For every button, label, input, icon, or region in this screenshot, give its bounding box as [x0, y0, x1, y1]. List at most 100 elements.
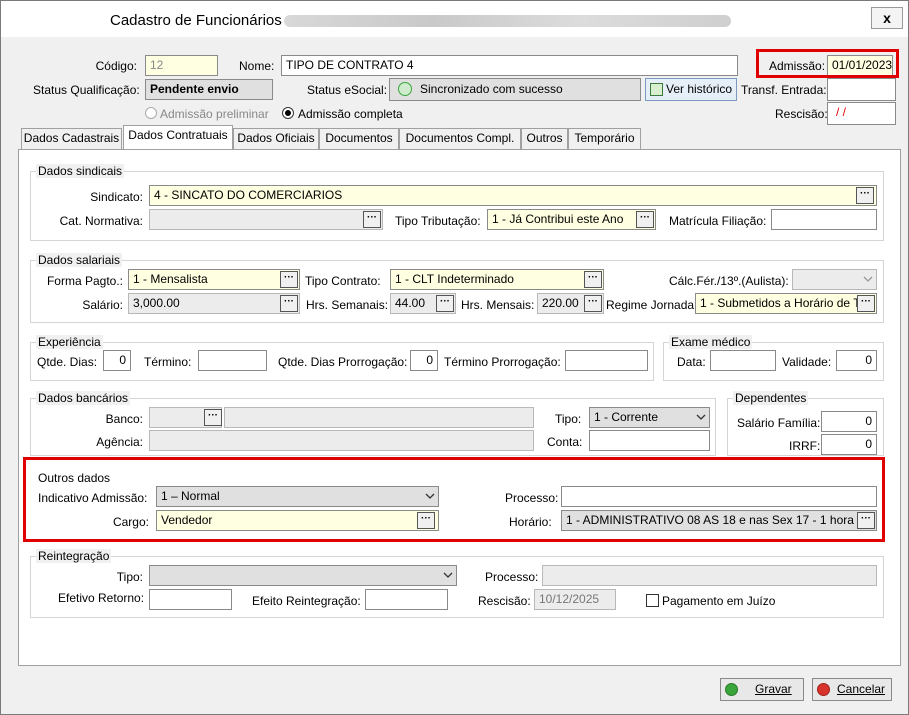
rescisao-label: Rescisão: — [775, 107, 828, 121]
efetivo-retorno-field[interactable] — [149, 589, 232, 610]
conta-tipo-value: 1 - Corrente — [594, 410, 659, 424]
salario-label: Salário: — [82, 298, 123, 312]
reintegracao-tipo-select[interactable] — [149, 565, 457, 586]
regime-jornada-field[interactable]: 1 - Submetidos a Horário de T — [695, 293, 877, 314]
agencia-label: Agência: — [96, 435, 143, 449]
exame-validade-field[interactable]: 0 — [836, 350, 877, 371]
cat-normativa-field[interactable] — [149, 209, 383, 230]
banco-name-field — [224, 407, 534, 428]
exame-data-label: Data: — [677, 355, 706, 369]
agencia-field[interactable] — [149, 430, 534, 451]
termino-prorrogacao-field[interactable] — [565, 350, 648, 371]
dependentes-title: Dependentes — [733, 391, 809, 405]
reintegracao-tipo-label: Tipo: — [116, 570, 143, 584]
cancel-circle-icon — [817, 683, 830, 696]
reintegracao-rescisao-field[interactable]: 10/12/2025 — [534, 589, 616, 610]
tab-documentos-compl[interactable]: Documentos Compl. — [399, 128, 521, 149]
ver-historico-label: Ver histórico — [666, 82, 733, 96]
termino-label: Término: — [144, 355, 192, 369]
pagamento-juizo-label: Pagamento em Juízo — [662, 594, 776, 608]
sindicato-field[interactable]: 4 - SINCATO DO COMERCIARIOS — [149, 185, 877, 206]
reintegracao-title: Reintegração — [36, 549, 112, 563]
salario-lookup-button[interactable]: ··· — [280, 295, 298, 312]
forma-pagto-lookup-button[interactable]: ··· — [280, 271, 298, 288]
termino-field[interactable] — [198, 350, 267, 371]
hrs-mensais-lookup-button[interactable]: ··· — [584, 295, 602, 312]
qtde-dias-prorrogacao-field[interactable]: 0 — [410, 350, 438, 371]
conta-tipo-select[interactable]: 1 - Corrente — [589, 407, 710, 428]
check-circle-icon — [725, 683, 738, 696]
termino-prorrogacao-label: Término Prorrogação: — [444, 355, 561, 369]
irrf-label: IRRF: — [789, 439, 821, 453]
salario-field[interactable]: 3,000.00 — [128, 293, 300, 314]
cancelar-label: Cancelar — [837, 682, 886, 696]
calc-ferias-select[interactable] — [792, 269, 877, 290]
codigo-label: Código: — [95, 59, 137, 73]
radio-admissao-completa[interactable] — [282, 107, 294, 119]
hrs-semanais-lookup-button[interactable]: ··· — [436, 295, 454, 312]
exame-data-field[interactable] — [710, 350, 776, 371]
tipo-contrato-label: Tipo Contrato: — [305, 274, 381, 288]
history-icon — [650, 83, 663, 96]
radio-admissao-preliminar[interactable] — [145, 107, 157, 119]
tab-documentos[interactable]: Documentos — [319, 128, 399, 149]
cancelar-button[interactable]: Cancelar — [812, 678, 892, 701]
gravar-button[interactable]: Gravar — [720, 678, 804, 701]
pagamento-juizo-checkbox[interactable] — [646, 594, 659, 607]
nome-label: Nome: — [239, 59, 275, 73]
qtde-dias-label: Qtde. Dias: — [37, 355, 98, 369]
tab-outros[interactable]: Outros — [521, 128, 568, 149]
status-qualificacao-field: Pendente envio — [145, 79, 273, 100]
codigo-field[interactable]: 12 — [145, 55, 218, 76]
salario-familia-label: Salário Família: — [737, 416, 821, 430]
chevron-down-icon — [696, 414, 706, 420]
qtde-dias-field[interactable]: 0 — [103, 350, 131, 371]
tab-dados-cadastrais[interactable]: Dados Cadastrais — [21, 128, 122, 149]
close-button[interactable]: x — [871, 7, 903, 29]
reintegracao-rescisao-label: Rescisão: — [478, 594, 531, 608]
conta-field[interactable] — [589, 430, 710, 451]
tipo-contrato-lookup-button[interactable]: ··· — [584, 271, 602, 288]
nome-field[interactable]: TIPO DE CONTRATO 4 — [281, 55, 738, 76]
status-qualificacao-label: Status Qualificação: — [33, 83, 140, 97]
tab-temporario[interactable]: Temporário — [568, 128, 641, 149]
efeito-reintegracao-field[interactable] — [365, 589, 448, 610]
ver-historico-button[interactable]: Ver histórico — [645, 78, 737, 101]
tab-dados-oficiais[interactable]: Dados Oficiais — [233, 128, 319, 149]
conta-label: Conta: — [547, 435, 583, 449]
banco-lookup-button[interactable]: ··· — [204, 409, 222, 426]
admissao-highlight — [756, 49, 899, 78]
matricula-filiacao-label: Matrícula Filiação: — [669, 214, 767, 228]
tipo-tributacao-field[interactable]: 1 - Já Contribui este Ano — [487, 209, 656, 230]
sindicato-lookup-button[interactable]: ··· — [856, 187, 874, 204]
regime-jornada-lookup-button[interactable]: ··· — [857, 295, 875, 312]
dados-bancarios-title: Dados bancários — [36, 391, 131, 405]
status-esocial-value: Sincronizado com sucesso — [420, 82, 563, 96]
tipo-contrato-field[interactable]: 1 - CLT Indeterminado — [390, 269, 604, 290]
tipo-tributacao-label: Tipo Tributação: — [395, 214, 481, 228]
sindicato-label: Sindicato: — [90, 190, 143, 204]
transf-entrada-field[interactable] — [827, 78, 896, 101]
qtde-dias-prorrogacao-label: Qtde. Dias Prorrogação: — [278, 355, 408, 369]
admissao-completa-label: Admissão completa — [298, 107, 403, 121]
efetivo-retorno-label: Efetivo Retorno: — [58, 591, 145, 605]
title-bar: Cadastro de Funcionários x — [1, 1, 908, 37]
chevron-down-icon — [443, 572, 453, 578]
salario-familia-field[interactable]: 0 — [821, 411, 877, 432]
cat-normativa-lookup-button[interactable]: ··· — [363, 211, 381, 228]
matricula-filiacao-field[interactable] — [771, 209, 877, 230]
tipo-tributacao-lookup-button[interactable]: ··· — [636, 211, 654, 228]
forma-pagto-label: Forma Pagto.: — [46, 274, 123, 288]
gravar-label: Gravar — [755, 682, 792, 696]
status-esocial-field: Sincronizado com sucesso — [389, 78, 641, 101]
employee-window: Cadastro de Funcionários x Código: 12 No… — [0, 0, 909, 715]
reintegracao-processo-field[interactable] — [542, 565, 877, 586]
dados-sindicais-title: Dados sindicais — [36, 164, 125, 178]
rescisao-field[interactable]: / / — [827, 102, 896, 125]
exame-medico-title: Exame médico — [669, 335, 753, 349]
hrs-semanais-label: Hrs. Semanais: — [306, 298, 389, 312]
irrf-field[interactable]: 0 — [821, 434, 877, 455]
forma-pagto-field[interactable]: 1 - Mensalista — [128, 269, 300, 290]
dados-salariais-title: Dados salariais — [36, 253, 123, 267]
tab-dados-contratuais[interactable]: Dados Contratuais — [123, 125, 233, 150]
